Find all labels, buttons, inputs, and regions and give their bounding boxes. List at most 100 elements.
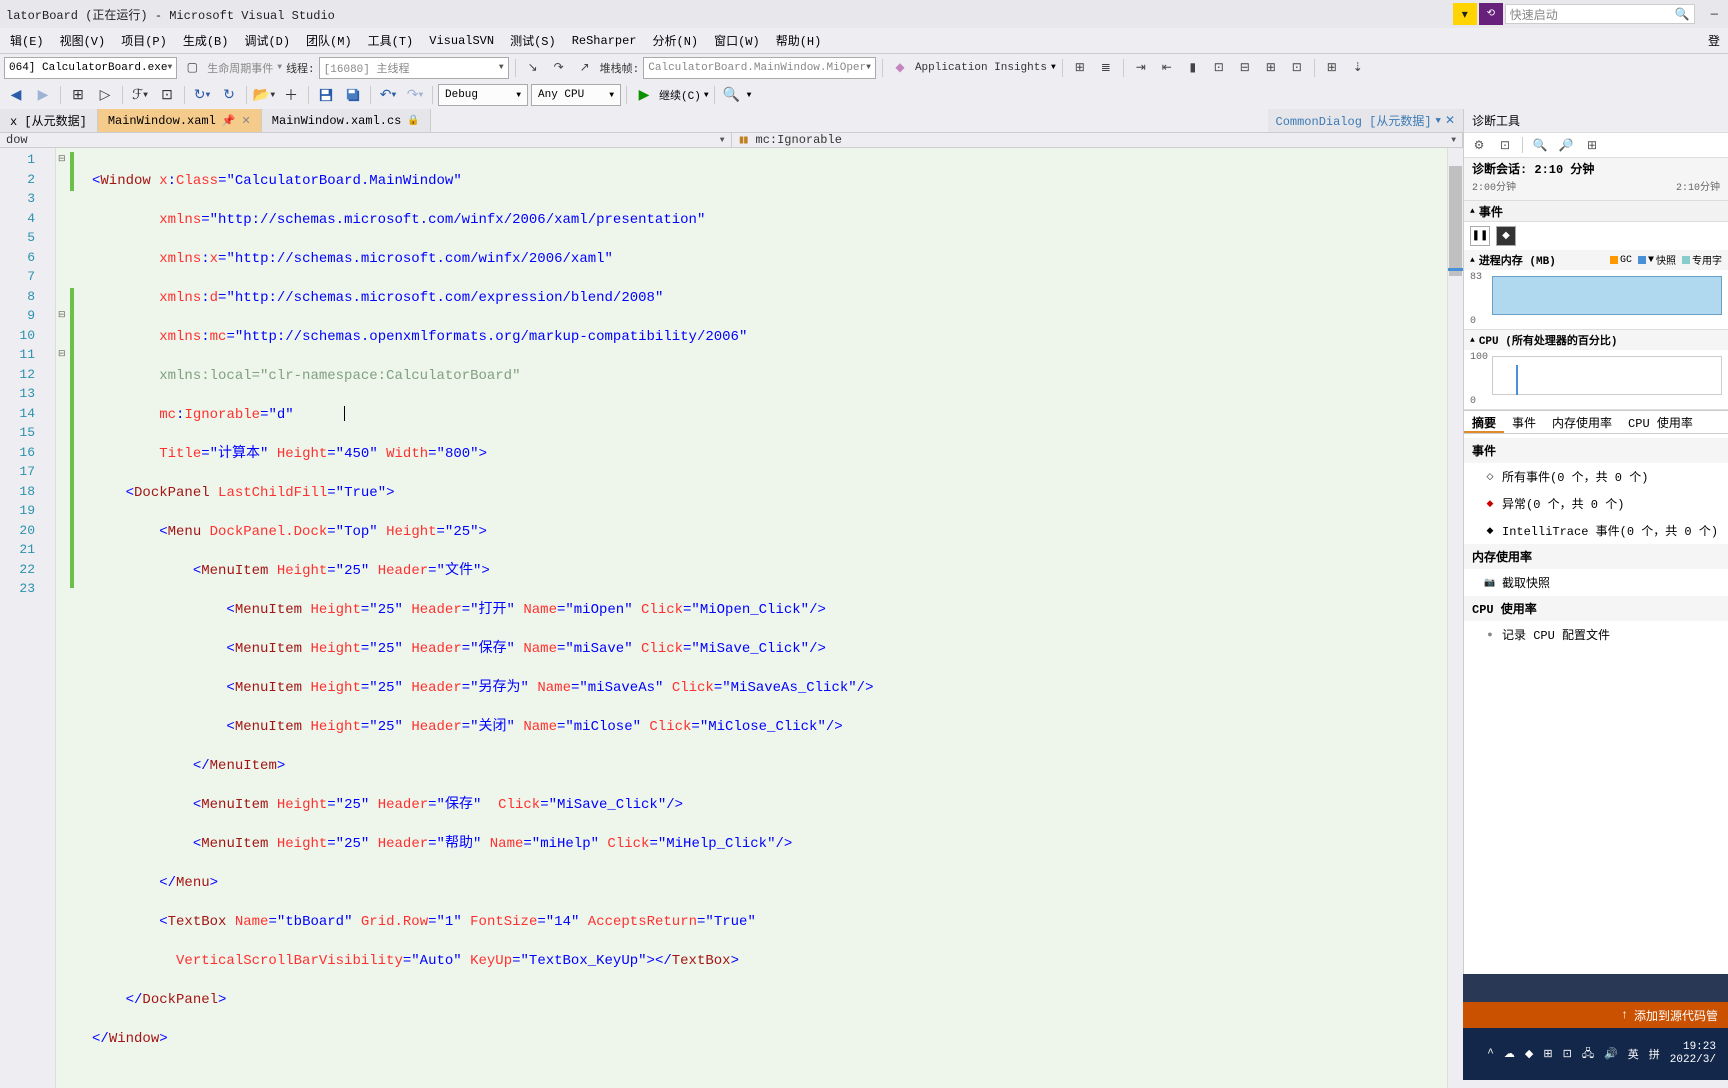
code-editor[interactable]: 1234567891011121314151617181920212223 ⊟ … [0, 148, 1463, 1088]
tb-icon-10[interactable]: ⊞ [1321, 57, 1343, 79]
row-snapshot[interactable]: 📷截取快照 [1464, 569, 1728, 596]
nav-fwd-icon[interactable]: ▶ [31, 83, 55, 107]
row-record-cpu[interactable]: ●记录 CPU 配置文件 [1464, 621, 1728, 648]
lifecycle-icon[interactable]: ▢ [181, 57, 203, 79]
onedrive-icon[interactable]: ☁ [1504, 1047, 1515, 1061]
network-icon[interactable]: 🖧 [1582, 1045, 1594, 1064]
row-exceptions[interactable]: ◆异常(0 个，共 0 个) [1464, 490, 1728, 517]
zoom-in-icon[interactable]: 🔍 [1531, 136, 1549, 154]
add-to-source-control[interactable]: 添加到源代码管 [1634, 1007, 1718, 1024]
taskbar-clock[interactable]: 19:23 2022/3/ [1670, 1041, 1716, 1067]
menu-resharper[interactable]: ReSharper [564, 31, 645, 51]
gear-icon[interactable]: ⚙ [1470, 136, 1488, 154]
dropdown-icon[interactable]: ▼ [1436, 116, 1441, 126]
menu-build[interactable]: 生成(B) [175, 29, 237, 52]
tb-icon-9[interactable]: ⊡ [1286, 57, 1308, 79]
assembly-icon[interactable]: ⊞ [66, 83, 90, 107]
tb-icon-1[interactable]: ⊞ [1069, 57, 1091, 79]
chevron-up-icon[interactable]: ^ [1487, 1048, 1494, 1060]
tab-memory[interactable]: 内存使用率 [1544, 411, 1620, 433]
login-button[interactable]: 登 [1702, 29, 1726, 52]
nav-back-icon[interactable]: ◀ [4, 83, 28, 107]
restart-icon[interactable]: ↻▼ [190, 83, 214, 107]
feedback-icon[interactable]: ⟲ [1479, 3, 1503, 25]
lifecycle-button[interactable]: 生命周期事件 [207, 60, 273, 76]
continue-button[interactable]: 继续(C) [659, 87, 701, 103]
stackframe-dropdown[interactable]: CalculatorBoard.MainWindow.MiOper▼ [643, 57, 876, 79]
refresh-icon[interactable]: ↻ [217, 83, 241, 107]
notification-badge-icon[interactable]: ▾ [1453, 3, 1477, 25]
insights-button[interactable]: Application Insights [915, 62, 1047, 74]
fold-icon[interactable]: ⊟ [58, 310, 66, 320]
config-dropdown[interactable]: Debug▼ [438, 84, 528, 106]
zoom-out-icon[interactable]: 🔎 [1557, 136, 1575, 154]
diamond-icon[interactable]: ◆ [1496, 226, 1516, 246]
zoom-reset-icon[interactable]: ⊞ [1583, 136, 1601, 154]
tray-icon[interactable]: ◆ [1525, 1047, 1533, 1061]
tab-mainwindow-xaml[interactable]: MainWindow.xaml 📌 ✕ [98, 109, 262, 132]
menu-edit[interactable]: 辑(E) [2, 29, 52, 52]
menu-analyze[interactable]: 分析(N) [645, 29, 707, 52]
menu-test[interactable]: 测试(S) [502, 29, 564, 52]
undo-icon[interactable]: ↶▼ [376, 83, 400, 107]
pause-icon[interactable]: ❚❚ [1470, 226, 1490, 246]
nav-type-dropdown[interactable]: dow▼ [0, 133, 732, 147]
diag-memory-header[interactable]: ▲进程内存 (MB) GC ▼快照 专用字 [1464, 250, 1728, 270]
minimize-icon[interactable]: — [1707, 7, 1722, 21]
tab-summary[interactable]: 摘要 [1464, 411, 1504, 433]
code-content[interactable]: <Window x:Class="CalculatorBoard.MainWin… [56, 148, 1463, 1088]
nav-member-dropdown[interactable]: mc:Ignorable▼ [732, 133, 1464, 147]
menu-visualsvn[interactable]: VisualSVN [421, 31, 502, 51]
tab-metadata[interactable]: x [从元数据] [0, 109, 98, 132]
volume-icon[interactable]: 🔊 [1604, 1047, 1618, 1061]
tb-icon-6[interactable]: ⊡ [1208, 57, 1230, 79]
tb-icon-4[interactable]: ⇤ [1156, 57, 1178, 79]
menu-view[interactable]: 视图(V) [52, 29, 114, 52]
menu-help[interactable]: 帮助(H) [768, 29, 830, 52]
tab-commondialog[interactable]: CommonDialog [从元数据] ▼ ✕ [1268, 109, 1464, 132]
close-icon[interactable]: ✕ [242, 114, 251, 128]
tab-cpu[interactable]: CPU 使用率 [1620, 411, 1701, 433]
editor-scrollbar[interactable] [1447, 148, 1463, 1088]
format-icon[interactable]: ℱ▼ [128, 83, 152, 107]
row-intellitrace[interactable]: ◆IntelliTrace 事件(0 个，共 0 个) [1464, 517, 1728, 544]
tb-icon-7[interactable]: ⊟ [1234, 57, 1256, 79]
close-icon[interactable]: ✕ [1445, 113, 1455, 128]
process-dropdown[interactable]: 064] CalculatorBoard.exe▼ [4, 57, 177, 79]
tab-events[interactable]: 事件 [1504, 411, 1544, 433]
step-over-icon[interactable]: ↷ [548, 57, 570, 79]
menu-debug[interactable]: 调试(D) [236, 29, 298, 52]
pin-icon[interactable]: 📌 [222, 114, 236, 128]
tb-icon-5[interactable]: ▮ [1182, 57, 1204, 79]
quick-launch-input[interactable]: 快速启动 🔍 [1505, 4, 1695, 24]
step-out-icon[interactable]: ↗ [574, 57, 596, 79]
comment-icon[interactable]: ⊡ [155, 83, 179, 107]
row-all-events[interactable]: ◇所有事件(0 个，共 0 个) [1464, 463, 1728, 490]
menu-window[interactable]: 窗口(W) [706, 29, 768, 52]
open-icon[interactable]: 📂▼ [252, 83, 276, 107]
save-all-icon[interactable] [341, 83, 365, 107]
fold-icon[interactable]: ⊟ [58, 349, 66, 359]
menu-team[interactable]: 团队(M) [298, 29, 360, 52]
platform-dropdown[interactable]: Any CPU▼ [531, 84, 621, 106]
tb-overflow-icon[interactable]: ⇣ [1347, 57, 1369, 79]
save-icon[interactable] [314, 83, 338, 107]
new-icon[interactable]: ＋ [279, 83, 303, 107]
ime-lang[interactable]: 英 [1628, 1046, 1639, 1062]
menu-tools[interactable]: 工具(T) [360, 29, 422, 52]
ime-mode[interactable]: 拼 [1649, 1046, 1660, 1062]
redo-icon[interactable]: ↷▼ [403, 83, 427, 107]
tray-icon[interactable]: ⊞ [1543, 1047, 1552, 1061]
thread-dropdown[interactable]: [16080] 主线程▼ [319, 57, 509, 79]
step-into-icon[interactable]: ↘ [522, 57, 544, 79]
select-icon[interactable]: ⊡ [1496, 136, 1514, 154]
diag-events-header[interactable]: ▲事件 [1464, 200, 1728, 222]
find-icon[interactable]: 🔍 [720, 83, 744, 107]
tb-icon-8[interactable]: ⊞ [1260, 57, 1282, 79]
tab-mainwindow-cs[interactable]: MainWindow.xaml.cs 🔒 [262, 109, 431, 132]
run-to-icon[interactable]: ▷ [93, 83, 117, 107]
tray-icon[interactable]: ⊡ [1563, 1047, 1572, 1061]
tb-icon-2[interactable]: ≣ [1095, 57, 1117, 79]
fold-icon[interactable]: ⊟ [58, 154, 66, 164]
tb-icon-3[interactable]: ⇥ [1130, 57, 1152, 79]
